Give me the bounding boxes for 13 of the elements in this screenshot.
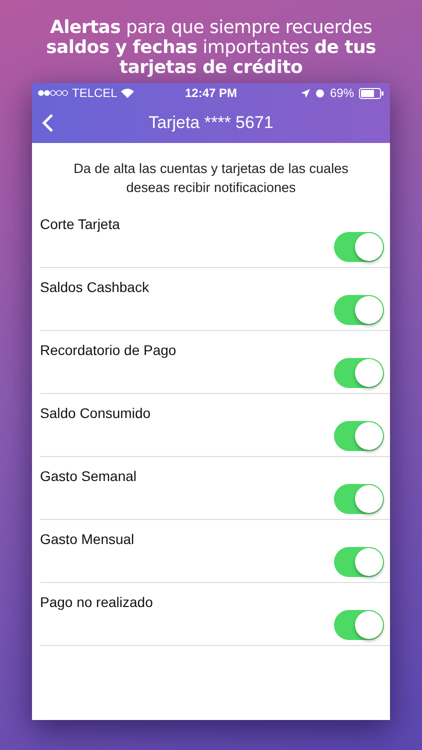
setting-label: Saldo Consumido xyxy=(40,405,151,421)
battery-percent: 69% xyxy=(330,86,354,100)
setting-label: Corte Tarjeta xyxy=(40,216,120,232)
intro-text: Da de alta las cuentas y tarjetas de las cuales deseas recibir notificaciones xyxy=(72,160,350,197)
carrier-name: TELCEL xyxy=(72,86,118,100)
setting-label: Saldos Cashback xyxy=(40,279,149,295)
setting-label: Pago no realizado xyxy=(40,594,153,610)
headline: Alertas para que siempre recuerdes saldos y fechas importantes de tus tarjetas de crédito xyxy=(45,18,377,78)
screen-title: Tarjeta **** 5671 xyxy=(148,113,274,133)
status-time: 12:47 PM xyxy=(184,86,238,100)
setting-label: Gasto Semanal xyxy=(40,468,136,484)
setting-label: Gasto Mensual xyxy=(40,531,134,547)
setting-label: Recordatorio de Pago xyxy=(40,342,176,358)
